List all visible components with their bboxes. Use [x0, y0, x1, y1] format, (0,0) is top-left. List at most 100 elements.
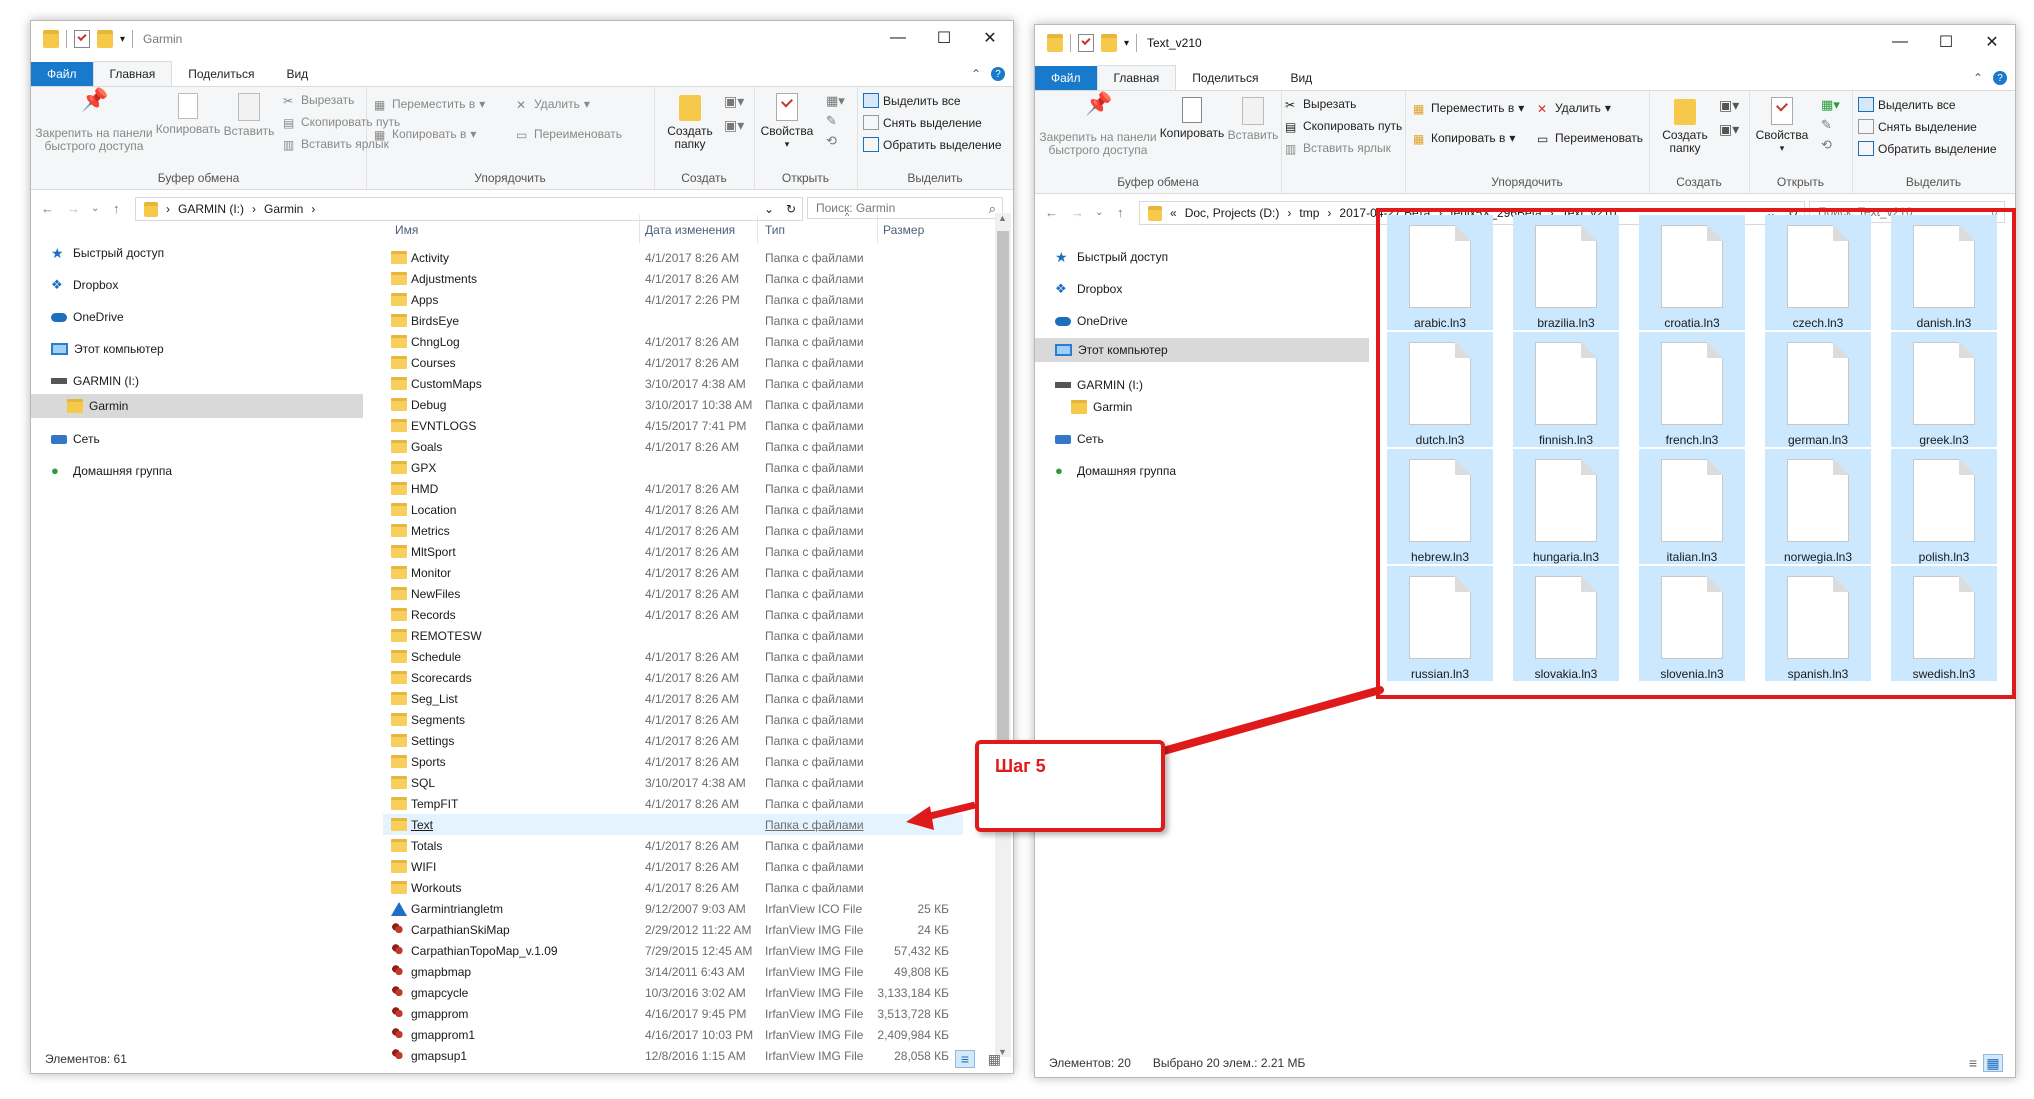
- column-date[interactable]: Дата изменения: [645, 223, 735, 237]
- move-to-button[interactable]: ▦ Переместить в ▾: [374, 97, 485, 112]
- file-row[interactable]: ChngLog 4/1/2017 8:26 AM Папка с файлами: [383, 331, 963, 352]
- pin-button[interactable]: 📌 Закрепить на панели быстрого доступа: [1039, 93, 1157, 157]
- edit-icon[interactable]: ✎: [826, 113, 837, 129]
- new-folder-button[interactable]: Создать папку: [664, 95, 716, 151]
- nav-onedrive[interactable]: OneDrive: [1055, 309, 1128, 333]
- file-row[interactable]: MltSport 4/1/2017 8:26 AM Папка с файлами: [383, 541, 963, 562]
- tab-share[interactable]: Поделиться: [172, 62, 270, 86]
- breadcrumb-tmp[interactable]: tmp: [1299, 206, 1319, 220]
- nav-network[interactable]: Сеть: [51, 427, 100, 451]
- paste-button[interactable]: Вставить: [1225, 97, 1281, 142]
- dropdown-icon[interactable]: ▾: [120, 34, 125, 45]
- file-row[interactable]: Activity 4/1/2017 8:26 AM Папка с файлами: [383, 247, 963, 268]
- file-row[interactable]: SQL 3/10/2017 4:38 AM Папка с файлами: [383, 772, 963, 793]
- tab-view[interactable]: Вид: [270, 62, 324, 86]
- column-type[interactable]: Тип: [765, 223, 785, 237]
- file-row[interactable]: HMD 4/1/2017 8:26 AM Папка с файлами: [383, 478, 963, 499]
- file-row[interactable]: GPX Папка с файлами: [383, 457, 963, 478]
- back-icon[interactable]: ←: [1045, 205, 1058, 220]
- file-row[interactable]: gmapprom 4/16/2017 9:45 PM IrfanView IMG F…: [383, 1003, 963, 1024]
- file-row[interactable]: Monitor 4/1/2017 8:26 AM Папка с файлами: [383, 562, 963, 583]
- nav-onedrive[interactable]: OneDrive: [51, 305, 124, 329]
- file-row[interactable]: Seg_List 4/1/2017 8:26 AM Папка с файлами: [383, 688, 963, 709]
- close-button[interactable]: ✕: [967, 21, 1013, 55]
- up-icon[interactable]: ↑: [1117, 205, 1124, 220]
- nav-homegroup[interactable]: ● Домашняя группа: [1055, 459, 1176, 483]
- forward-icon[interactable]: →: [1071, 205, 1084, 220]
- properties-button[interactable]: Свойства ▾: [1753, 97, 1811, 155]
- cut-button[interactable]: ✂ Вырезать: [283, 93, 354, 108]
- file-row[interactable]: Totals 4/1/2017 8:26 AM Папка с файлами: [383, 835, 963, 856]
- properties-icon[interactable]: [1078, 34, 1094, 52]
- tab-share[interactable]: Поделиться: [1176, 66, 1274, 90]
- file-row[interactable]: Text Папка с файлами: [383, 814, 963, 835]
- open-icon[interactable]: ▦▾: [1821, 97, 1840, 113]
- file-row[interactable]: REMOTESW Папка с файлами: [383, 625, 963, 646]
- cut-button[interactable]: ✂ Вырезать: [1285, 97, 1356, 112]
- file-row[interactable]: CarpathianTopoMap_v.1.09 7/29/2015 12:45 …: [383, 940, 963, 961]
- file-row[interactable]: Goals 4/1/2017 8:26 AM Папка с файлами: [383, 436, 963, 457]
- collapse-ribbon-icon[interactable]: ⌃: [1973, 71, 1983, 85]
- invert-selection-button[interactable]: Обратить выделение: [1858, 141, 1997, 156]
- tab-home[interactable]: Главная: [92, 61, 173, 86]
- copy-button[interactable]: Копировать: [155, 93, 221, 136]
- file-row[interactable]: Adjustments 4/1/2017 8:26 AM Папка с файла…: [383, 268, 963, 289]
- copy-path-button[interactable]: ▤ Скопировать путь: [1285, 119, 1402, 134]
- new-item-icon[interactable]: ▣▾: [724, 93, 744, 110]
- recent-icon[interactable]: ⌄: [91, 203, 99, 214]
- new-folder-button[interactable]: Создать папку: [1659, 99, 1711, 155]
- breadcrumb-drive[interactable]: GARMIN (I:): [178, 202, 244, 216]
- scrollbar-thumb[interactable]: [997, 231, 1009, 761]
- file-row[interactable]: gmapbmap 3/14/2011 6:43 AM IrfanView IMG F…: [383, 961, 963, 982]
- invert-selection-button[interactable]: Обратить выделение: [863, 137, 1002, 152]
- maximize-button[interactable]: ☐: [1923, 25, 1969, 59]
- paste-button[interactable]: Вставить: [221, 93, 277, 138]
- tab-file[interactable]: Файл: [31, 62, 93, 86]
- nav-garmin-folder[interactable]: Garmin: [31, 394, 363, 418]
- properties-icon[interactable]: [74, 30, 90, 48]
- paste-shortcut-button[interactable]: ▥ Вставить ярлык: [1285, 141, 1391, 156]
- file-row[interactable]: NewFiles 4/1/2017 8:26 AM Папка с файлами: [383, 583, 963, 604]
- maximize-button[interactable]: ☐: [921, 21, 967, 55]
- tab-file[interactable]: Файл: [1035, 66, 1097, 90]
- file-row[interactable]: Apps 4/1/2017 2:26 PM Папка с файлами: [383, 289, 963, 310]
- nav-homegroup[interactable]: ● Домашняя группа: [51, 459, 172, 483]
- nav-garmin-folder[interactable]: Garmin: [1071, 395, 1132, 419]
- history-icon[interactable]: ⟲: [1821, 137, 1832, 153]
- details-view-icon[interactable]: ≡: [1969, 1055, 1977, 1071]
- file-row[interactable]: EVNTLOGS 4/15/2017 7:41 PM Папка с файлами: [383, 415, 963, 436]
- file-row[interactable]: WIFI 4/1/2017 8:26 AM Папка с файлами: [383, 856, 963, 877]
- file-row[interactable]: gmapcycle 10/3/2016 3:02 AM IrfanView IMG …: [383, 982, 963, 1003]
- dropdown-icon[interactable]: ▾: [1124, 38, 1129, 49]
- tab-home[interactable]: Главная: [1096, 65, 1177, 90]
- nav-this-pc[interactable]: Этот компьютер: [51, 337, 164, 361]
- copy-to-button[interactable]: ▦ Копировать в ▾: [374, 127, 476, 142]
- recent-icon[interactable]: ⌄: [1095, 207, 1103, 218]
- pin-button[interactable]: 📌 Закрепить на панели быстрого доступа: [35, 89, 153, 153]
- collapse-ribbon-icon[interactable]: ⌃: [971, 67, 981, 81]
- file-row[interactable]: Garmintriangletm 9/12/2007 9:03 AM IrfanVi…: [383, 898, 963, 919]
- easy-access-icon[interactable]: ▣▾: [724, 117, 744, 134]
- select-none-button[interactable]: Снять выделение: [863, 115, 982, 130]
- column-name[interactable]: Имя: [395, 223, 418, 237]
- nav-garmin-drive[interactable]: GARMIN (I:): [1055, 373, 1143, 397]
- file-row[interactable]: TempFIT 4/1/2017 8:26 AM Папка с файлами: [383, 793, 963, 814]
- edit-icon[interactable]: ✎: [1821, 117, 1832, 133]
- breadcrumb-drive[interactable]: Doc, Projects (D:): [1185, 206, 1280, 220]
- file-row[interactable]: Courses 4/1/2017 8:26 AM Папка с файлами: [383, 352, 963, 373]
- help-icon[interactable]: ?: [1993, 71, 2007, 85]
- history-icon[interactable]: ⟲: [826, 133, 837, 149]
- properties-button[interactable]: Свойства ▾: [758, 93, 816, 151]
- scroll-up-icon[interactable]: ▲: [998, 213, 1007, 223]
- large-icons-view-icon[interactable]: ▦: [1983, 1054, 2003, 1072]
- large-icons-view-icon[interactable]: ▦: [988, 1051, 1001, 1068]
- nav-quick-access[interactable]: ★ Быстрый доступ: [1055, 245, 1168, 269]
- nav-dropbox[interactable]: ❖ Dropbox: [1055, 277, 1122, 301]
- up-icon[interactable]: ↑: [113, 201, 120, 216]
- file-row[interactable]: Settings 4/1/2017 8:26 AM Папка с файлами: [383, 730, 963, 751]
- file-row[interactable]: Scorecards 4/1/2017 8:26 AM Папка с файлам…: [383, 667, 963, 688]
- copy-button[interactable]: Копировать: [1159, 97, 1225, 140]
- select-all-button[interactable]: Выделить все: [1858, 97, 1956, 112]
- close-button[interactable]: ✕: [1969, 25, 2015, 59]
- file-row[interactable]: gmapprom1 4/16/2017 10:03 PM IrfanView IMG…: [383, 1024, 963, 1045]
